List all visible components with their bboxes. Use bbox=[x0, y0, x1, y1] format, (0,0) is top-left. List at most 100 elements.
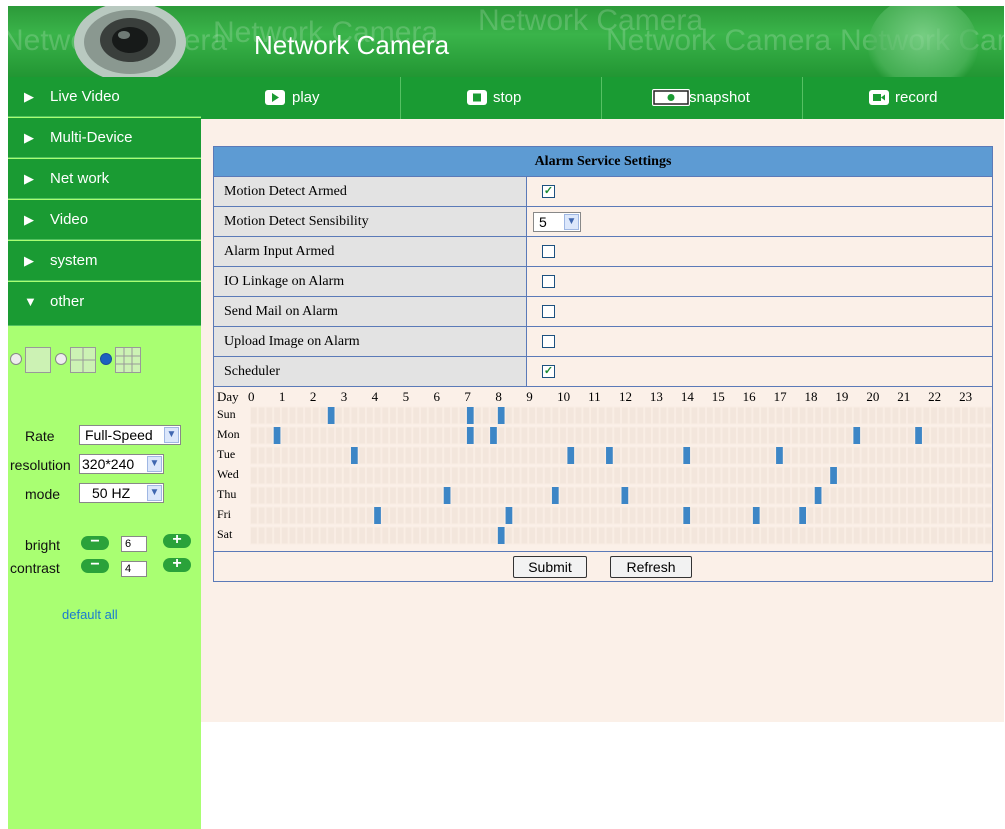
schedule-slot[interactable] bbox=[559, 526, 567, 545]
schedule-slot[interactable] bbox=[628, 486, 637, 505]
schedule-slot[interactable] bbox=[636, 486, 645, 505]
schedule-slot[interactable] bbox=[621, 406, 629, 425]
schedule-slot[interactable] bbox=[265, 426, 274, 445]
schedule-slot[interactable] bbox=[590, 446, 598, 465]
schedule-slot[interactable] bbox=[497, 446, 506, 465]
schedule-slot[interactable] bbox=[953, 466, 962, 485]
schedule-slot[interactable] bbox=[288, 526, 297, 545]
schedule-slot[interactable] bbox=[319, 466, 328, 485]
schedule-slot[interactable] bbox=[597, 466, 606, 485]
schedule-slot[interactable] bbox=[559, 406, 567, 425]
schedule-slot[interactable] bbox=[304, 486, 312, 505]
schedule-slot[interactable] bbox=[265, 506, 274, 525]
schedule-slot[interactable] bbox=[899, 426, 907, 445]
schedule-slot[interactable] bbox=[474, 446, 482, 465]
schedule-slot[interactable] bbox=[543, 426, 552, 445]
schedule-slot[interactable] bbox=[435, 486, 444, 505]
schedule-slot[interactable] bbox=[876, 486, 884, 505]
schedule-slot[interactable] bbox=[821, 406, 830, 425]
schedule-slot[interactable] bbox=[605, 486, 614, 505]
schedule-slot[interactable] bbox=[814, 526, 822, 545]
schedule-slot[interactable] bbox=[450, 486, 459, 505]
schedule-slot[interactable] bbox=[412, 506, 421, 525]
schedule-slot[interactable] bbox=[512, 406, 521, 425]
schedule-slot[interactable] bbox=[520, 526, 529, 545]
schedule-slot[interactable] bbox=[280, 486, 289, 505]
schedule-slot[interactable] bbox=[443, 466, 451, 485]
schedule-slot[interactable] bbox=[682, 466, 691, 485]
schedule-slot[interactable] bbox=[798, 406, 807, 425]
schedule-slot[interactable] bbox=[621, 526, 629, 545]
schedule-slot[interactable] bbox=[497, 466, 506, 485]
schedule-slot[interactable] bbox=[690, 486, 699, 505]
schedule-slot[interactable] bbox=[574, 406, 583, 425]
contrast-decrease-icon[interactable]: − bbox=[81, 557, 109, 573]
schedule-slot[interactable] bbox=[713, 506, 722, 525]
schedule-slot[interactable] bbox=[319, 446, 328, 465]
default-all-link[interactable]: default all bbox=[62, 607, 118, 622]
schedule-slot[interactable] bbox=[783, 426, 792, 445]
schedule-slots[interactable] bbox=[250, 405, 992, 552]
schedule-slot[interactable] bbox=[443, 406, 451, 425]
schedule-slot[interactable] bbox=[590, 526, 598, 545]
schedule-slot[interactable] bbox=[891, 466, 900, 485]
schedule-slot[interactable] bbox=[381, 506, 390, 525]
schedule-slot[interactable] bbox=[327, 486, 336, 505]
schedule-slot[interactable] bbox=[783, 526, 792, 545]
schedule-slot[interactable] bbox=[474, 506, 482, 525]
schedule-slot[interactable] bbox=[651, 506, 660, 525]
schedule-slot[interactable] bbox=[381, 486, 390, 505]
schedule-slot[interactable] bbox=[636, 446, 645, 465]
schedule-slot[interactable] bbox=[791, 406, 799, 425]
schedule-slot[interactable] bbox=[922, 486, 931, 505]
schedule-slot[interactable] bbox=[659, 526, 668, 545]
schedule-slot[interactable] bbox=[961, 486, 969, 505]
schedule-slot[interactable] bbox=[876, 526, 884, 545]
schedule-slot[interactable] bbox=[945, 406, 954, 425]
schedule-slot[interactable] bbox=[365, 466, 374, 485]
contrast-value[interactable]: 4 bbox=[121, 561, 147, 577]
schedule-slot[interactable] bbox=[335, 426, 343, 445]
schedule-slot[interactable] bbox=[690, 426, 699, 445]
schedule-slot[interactable] bbox=[389, 446, 397, 465]
schedule-slot[interactable] bbox=[528, 426, 536, 445]
schedule-slot[interactable] bbox=[443, 506, 451, 525]
schedule-slot[interactable] bbox=[675, 446, 683, 465]
schedule-slot[interactable] bbox=[280, 466, 289, 485]
schedule-slot[interactable] bbox=[304, 506, 312, 525]
schedule-slot[interactable] bbox=[729, 406, 737, 425]
schedule-slot-active[interactable] bbox=[799, 507, 806, 524]
schedule-slot[interactable] bbox=[288, 506, 297, 525]
schedule-slot[interactable] bbox=[350, 486, 359, 505]
motion-armed-checkbox[interactable]: ✓ bbox=[542, 185, 555, 198]
schedule-slot[interactable] bbox=[327, 526, 336, 545]
schedule-slot[interactable] bbox=[976, 426, 985, 445]
schedule-slot[interactable] bbox=[984, 486, 992, 505]
schedule-slot[interactable] bbox=[899, 466, 907, 485]
schedule-slot[interactable] bbox=[937, 426, 946, 445]
schedule-slot[interactable] bbox=[636, 466, 645, 485]
schedule-slot[interactable] bbox=[706, 466, 714, 485]
schedule-slot[interactable] bbox=[945, 426, 954, 445]
schedule-slot[interactable] bbox=[335, 506, 343, 525]
schedule-slot[interactable] bbox=[868, 486, 877, 505]
schedule-slot[interactable] bbox=[257, 446, 266, 465]
schedule-slot[interactable] bbox=[288, 446, 297, 465]
schedule-slot[interactable] bbox=[304, 426, 312, 445]
bright-increase-icon[interactable]: + bbox=[163, 532, 191, 548]
schedule-slot[interactable] bbox=[945, 526, 954, 545]
schedule-slot[interactable] bbox=[644, 426, 652, 445]
schedule-slot[interactable] bbox=[930, 506, 938, 525]
schedule-slot[interactable] bbox=[458, 426, 467, 445]
schedule-slot[interactable] bbox=[435, 406, 444, 425]
nav-item-video[interactable]: ▶ Video bbox=[8, 200, 201, 240]
schedule-slot[interactable] bbox=[335, 526, 343, 545]
schedule-slot[interactable] bbox=[922, 466, 931, 485]
schedule-slot[interactable] bbox=[922, 506, 931, 525]
schedule-slot[interactable] bbox=[984, 466, 992, 485]
schedule-slot[interactable] bbox=[636, 426, 645, 445]
schedule-slot[interactable] bbox=[535, 466, 544, 485]
schedule-slot[interactable] bbox=[628, 506, 637, 525]
schedule-slot[interactable] bbox=[930, 406, 938, 425]
schedule-slot[interactable] bbox=[605, 506, 614, 525]
